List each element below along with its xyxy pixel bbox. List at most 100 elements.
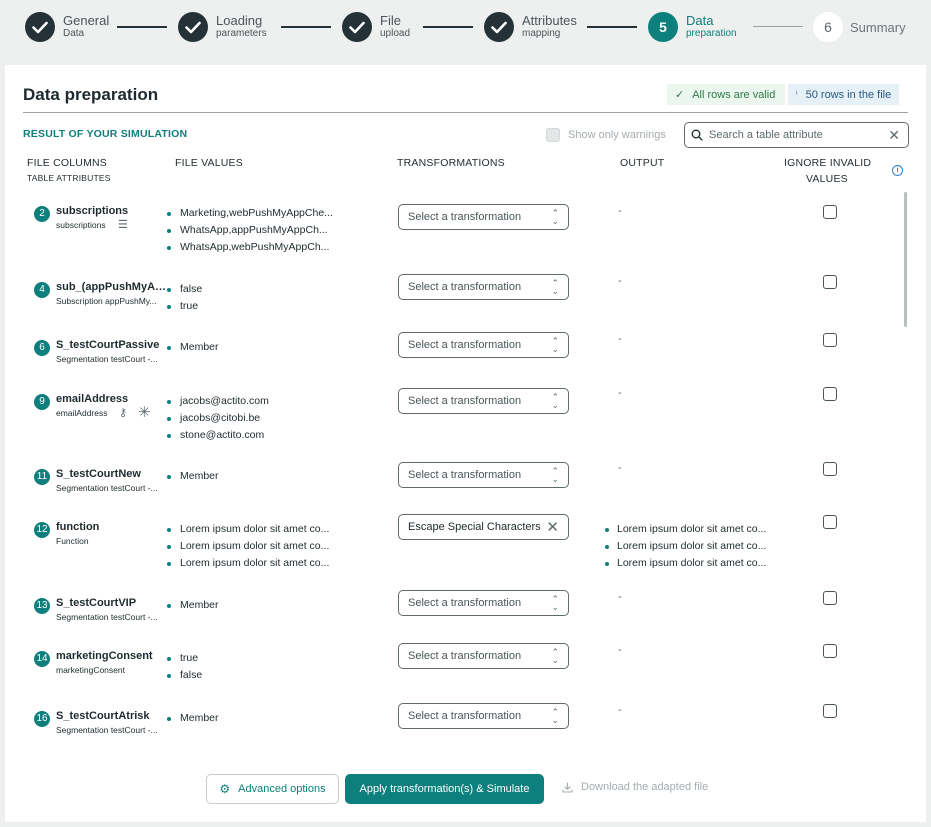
table-attribute-name: Segmentation testCourt -...	[56, 483, 158, 493]
file-column-name: S_testCourtNew	[56, 468, 141, 480]
table-attribute-name: subscriptions	[56, 220, 106, 230]
show-warnings-checkbox[interactable]	[546, 128, 560, 142]
step-summary[interactable]: 6 Summary	[813, 11, 906, 43]
output-value: -	[618, 275, 622, 287]
output-value: -	[618, 462, 622, 474]
file-value: jacobs@actito.com	[167, 393, 269, 410]
table-attribute-name: Function	[56, 536, 89, 546]
show-warnings-toggle[interactable]: Show only warnings	[546, 128, 666, 142]
clear-search-icon[interactable]: ✕	[888, 127, 900, 144]
transformation-select[interactable]: Select a transformation ⌃ ⌄	[398, 590, 569, 616]
output-value: Lorem ipsum dolor sit amet co...	[605, 521, 766, 538]
step-data-preparation[interactable]: 5 Data preparation	[648, 11, 737, 43]
check-icon	[25, 12, 55, 42]
file-value: stone@actito.com	[167, 427, 269, 444]
table-attribute-name: Segmentation testCourt -...	[56, 354, 158, 364]
rows-scrollbar[interactable]	[904, 192, 907, 327]
output-value: -	[618, 704, 622, 716]
transformation-select[interactable]: Select a transformation ⌃ ⌄	[398, 274, 569, 300]
step-title: Attributes	[522, 13, 577, 28]
info-icon[interactable]: i	[892, 165, 903, 176]
transformation-value: Select a transformation	[408, 281, 522, 293]
page-title: Data preparation	[23, 85, 159, 104]
file-value: jacobs@citobi.be	[167, 410, 269, 427]
step-title: Summary	[850, 19, 906, 35]
table-attribute-name: Segmentation testCourt -...	[56, 725, 158, 735]
output-value: Lorem ipsum dolor sit amet co...	[605, 555, 766, 572]
clear-transformation-icon[interactable]: ✕	[546, 520, 559, 535]
ignore-invalid-checkbox[interactable]	[823, 591, 837, 605]
ignore-invalid-checkbox[interactable]	[823, 515, 837, 529]
file-value: false	[167, 667, 202, 684]
ignore-invalid-checkbox[interactable]	[823, 387, 837, 401]
step-connector	[753, 26, 803, 27]
row-number: 16	[34, 711, 50, 727]
file-column-name: sub_(appPushMyAp...	[56, 281, 169, 293]
asterisk-icon: ✳	[138, 404, 151, 421]
step-file-upload[interactable]: File upload	[342, 11, 410, 43]
file-value: true	[167, 298, 202, 315]
rows-count-label: 50 rows in the file	[805, 88, 892, 101]
file-values-list: Member	[167, 710, 219, 727]
ignore-invalid-checkbox[interactable]	[823, 462, 837, 476]
search-input[interactable]	[709, 129, 889, 141]
step-subtitle: mapping	[522, 28, 561, 39]
output-value: Lorem ipsum dolor sit amet co...	[605, 538, 766, 555]
advanced-options-label: Advanced options	[238, 783, 326, 795]
file-column-name: marketingConsent	[56, 650, 153, 662]
file-values-list: Member	[167, 597, 219, 614]
step-connector	[587, 26, 637, 28]
file-value: true	[167, 650, 202, 667]
row-number: 11	[34, 469, 50, 485]
ignore-invalid-checkbox[interactable]	[823, 644, 837, 658]
table-attribute-name: emailAddress	[56, 408, 108, 418]
row-number: 9	[34, 394, 50, 410]
ignore-invalid-checkbox[interactable]	[823, 205, 837, 219]
output-value: -	[618, 205, 622, 217]
transformation-select[interactable]: Select a transformation ⌃ ⌄	[398, 643, 569, 669]
transformation-value: Select a transformation	[408, 339, 522, 351]
row-number: 14	[34, 651, 50, 667]
download-adapted-file-button[interactable]: Download the adapted file	[562, 781, 708, 793]
transformation-value: Select a transformation	[408, 650, 522, 662]
check-icon	[178, 12, 208, 42]
ignore-invalid-checkbox[interactable]	[823, 275, 837, 289]
attribute-rows: 2 subscriptions subscriptions ☰ Marketin…	[5, 189, 926, 749]
transformation-select[interactable]: Escape Special Characters ✕	[398, 514, 569, 540]
step-subtitle: Data	[63, 28, 85, 39]
output-value: -	[618, 644, 622, 656]
file-column-name: S_testCourtAtrisk	[56, 710, 150, 722]
wizard-stepper: General Data Loading parameters File upl…	[0, 0, 931, 56]
transformation-select[interactable]: Select a transformation ⌃ ⌄	[398, 703, 569, 729]
header-table-attributes: TABLE ATTRIBUTES	[27, 173, 111, 183]
attribute-search[interactable]: ✕	[684, 122, 909, 148]
title-divider	[23, 112, 908, 113]
ignore-invalid-checkbox[interactable]	[823, 333, 837, 347]
row-number: 2	[34, 206, 50, 222]
table-attribute-name: marketingConsent	[56, 665, 125, 675]
header-file-columns: FILE COLUMNS	[27, 157, 107, 169]
file-values-list: jacobs@actito.com jacobs@citobi.be stone…	[167, 393, 269, 444]
apply-simulate-button[interactable]: Apply transformation(s) & Simulate	[345, 774, 544, 804]
ignore-invalid-checkbox[interactable]	[823, 704, 837, 718]
step-loading-parameters[interactable]: Loading parameters	[178, 11, 267, 43]
step-attributes-mapping[interactable]: Attributes mapping	[484, 11, 577, 43]
transformation-select[interactable]: Select a transformation ⌃ ⌄	[398, 462, 569, 488]
header-file-values: FILE VALUES	[175, 157, 243, 169]
row-number: 6	[34, 340, 50, 356]
transformation-select[interactable]: Select a transformation ⌃ ⌄	[398, 332, 569, 358]
simulation-heading: RESULT OF YOUR SIMULATION	[23, 128, 188, 140]
row-number: 13	[34, 598, 50, 614]
step-number: 6	[813, 12, 843, 42]
step-general[interactable]: General Data	[25, 11, 109, 43]
step-title: Loading	[216, 13, 263, 28]
step-connector	[423, 26, 473, 28]
transformation-select[interactable]: Select a transformation ⌃ ⌄	[398, 204, 569, 230]
step-connector	[281, 26, 331, 28]
output-value: -	[618, 387, 622, 399]
transformation-select[interactable]: Select a transformation ⌃ ⌄	[398, 388, 569, 414]
output-value: -	[618, 591, 622, 603]
advanced-options-button[interactable]: ⚙ Advanced options	[206, 774, 339, 804]
gear-icon: ⚙	[219, 782, 231, 796]
valid-rows-badge: ✓ All rows are valid	[667, 84, 786, 105]
